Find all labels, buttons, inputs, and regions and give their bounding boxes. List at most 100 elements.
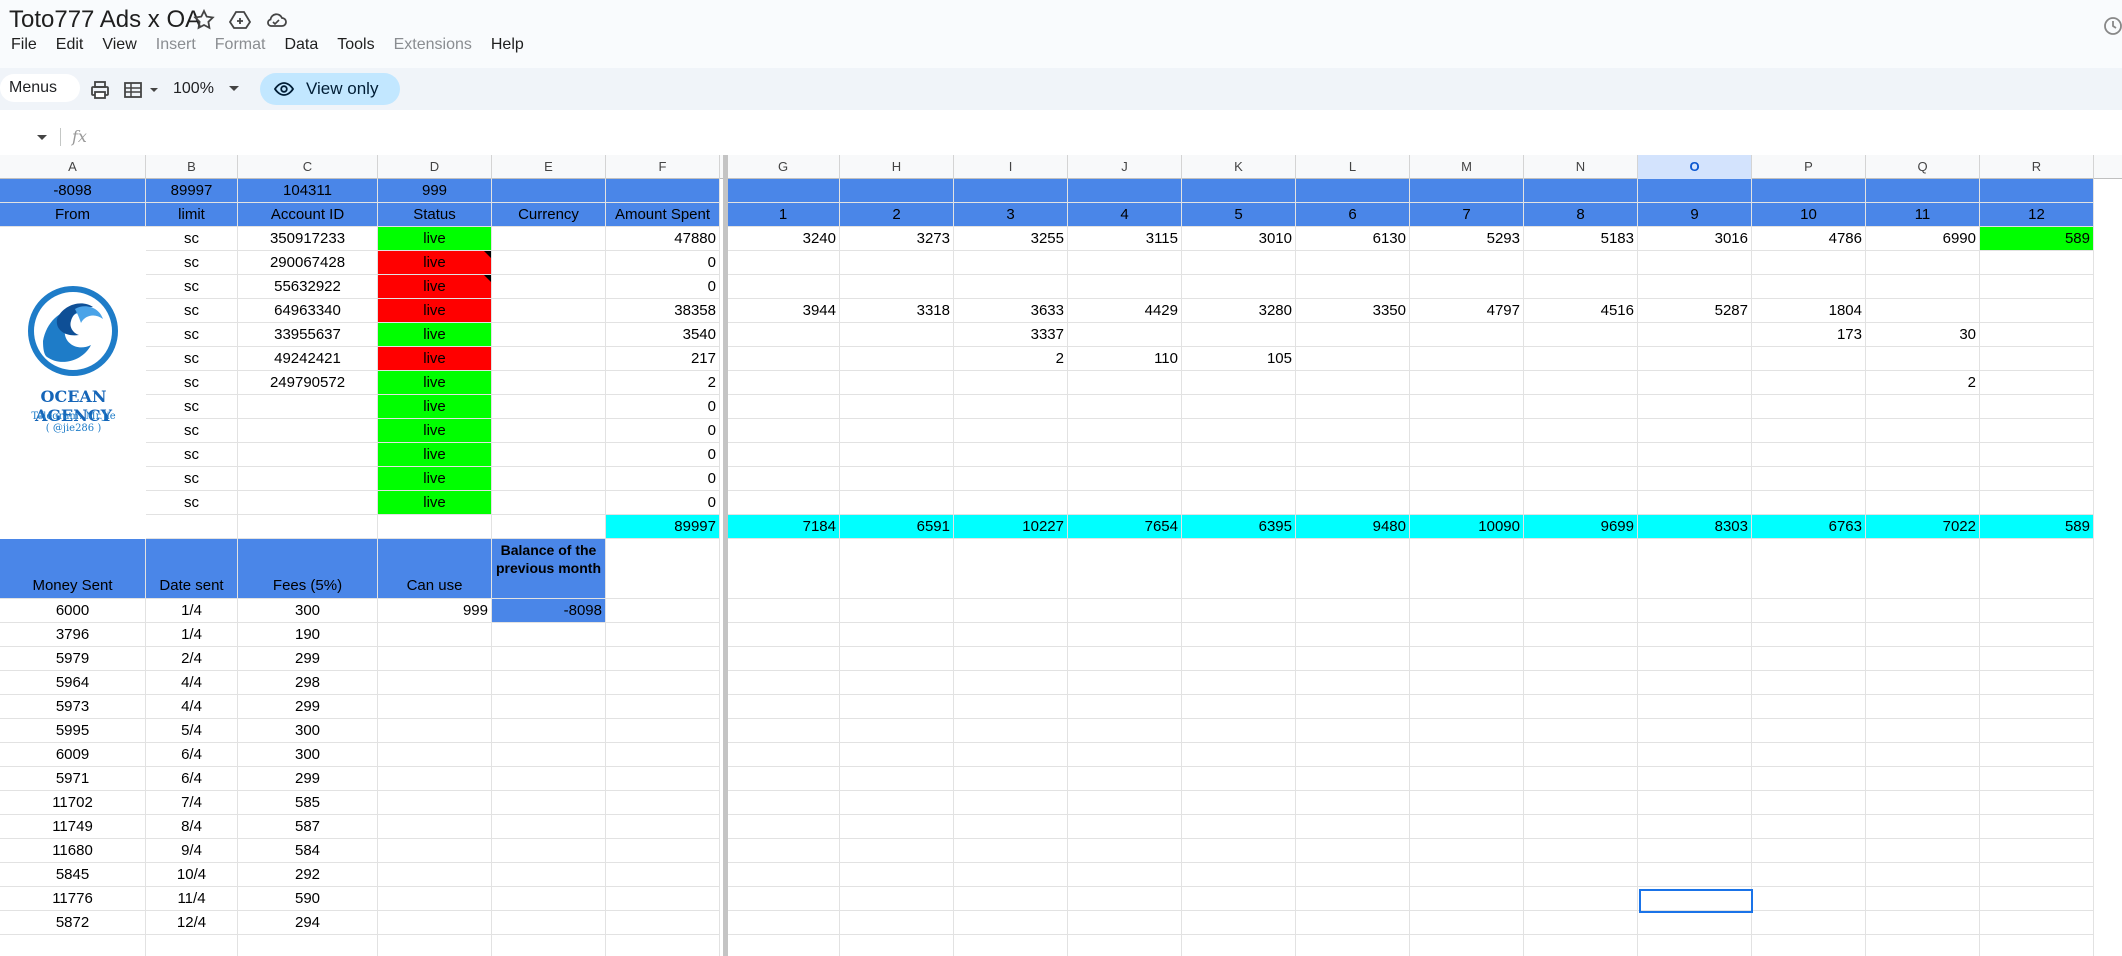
blank-cell[interactable] — [1410, 767, 1524, 791]
daily-spend-cell[interactable]: 5183 — [1524, 227, 1638, 251]
daily-total-cell[interactable]: 6591 — [840, 515, 954, 539]
blank-cell[interactable] — [1068, 623, 1182, 647]
blank-cell[interactable] — [840, 623, 954, 647]
blank-cell[interactable] — [146, 515, 238, 539]
currency-cell[interactable] — [492, 251, 606, 275]
daily-spend-cell[interactable]: 110 — [1068, 347, 1182, 371]
summary-cell-blank[interactable] — [1638, 179, 1752, 203]
blank-cell[interactable] — [1866, 719, 1980, 743]
summary-cell-c[interactable]: 104311 — [238, 179, 378, 203]
blank-cell[interactable] — [1752, 839, 1866, 863]
daily-spend-cell[interactable] — [1296, 347, 1410, 371]
blank-cell[interactable] — [1524, 599, 1638, 623]
limit-cell[interactable]: sc — [146, 251, 238, 275]
blank-cell[interactable] — [1524, 839, 1638, 863]
blank-cell[interactable] — [1866, 539, 1980, 599]
blank-cell[interactable] — [1524, 815, 1638, 839]
daily-spend-cell[interactable] — [1410, 275, 1524, 299]
money-sent-cell[interactable]: 3796 — [0, 623, 146, 647]
blank-cell[interactable] — [378, 911, 492, 935]
daily-spend-cell[interactable]: 2 — [1866, 371, 1980, 395]
blank-cell[interactable] — [727, 767, 840, 791]
blank-cell[interactable] — [954, 671, 1068, 695]
header-cell[interactable]: 8 — [1524, 203, 1638, 227]
daily-spend-cell[interactable]: 6130 — [1296, 227, 1410, 251]
blank-cell[interactable] — [492, 515, 606, 539]
daily-spend-cell[interactable]: 3350 — [1296, 299, 1410, 323]
blank-cell[interactable] — [727, 839, 840, 863]
amount-spent-cell[interactable]: 0 — [606, 419, 720, 443]
blank-cell[interactable] — [954, 719, 1068, 743]
blank-cell[interactable] — [1068, 863, 1182, 887]
status-cell[interactable]: live — [378, 275, 492, 299]
daily-spend-cell[interactable]: 3255 — [954, 227, 1068, 251]
blank-cell[interactable] — [606, 719, 720, 743]
limit-cell[interactable]: sc — [146, 395, 238, 419]
header-cell[interactable]: 3 — [954, 203, 1068, 227]
blank-cell[interactable] — [1182, 767, 1296, 791]
daily-spend-cell[interactable] — [1296, 395, 1410, 419]
money-sent-cell[interactable]: 6009 — [0, 743, 146, 767]
currency-cell[interactable] — [492, 395, 606, 419]
blank-cell[interactable] — [1638, 863, 1752, 887]
amount-spent-cell[interactable]: 3540 — [606, 323, 720, 347]
daily-spend-cell[interactable] — [1752, 491, 1866, 515]
menus-button[interactable]: Menus — [0, 74, 80, 102]
blank-cell[interactable] — [954, 599, 1068, 623]
daily-spend-cell[interactable] — [1980, 371, 2094, 395]
blank-cell[interactable] — [954, 839, 1068, 863]
star-icon[interactable] — [192, 8, 216, 32]
header-cell[interactable]: 6 — [1296, 203, 1410, 227]
daily-spend-cell[interactable] — [1866, 275, 1980, 299]
blank-cell[interactable] — [1410, 671, 1524, 695]
date-sent-cell[interactable]: 2/4 — [146, 647, 238, 671]
blank-cell[interactable] — [1524, 695, 1638, 719]
blank-cell[interactable] — [1296, 539, 1410, 599]
daily-spend-cell[interactable] — [1068, 251, 1182, 275]
blank-cell[interactable] — [606, 815, 720, 839]
blank-cell[interactable] — [840, 539, 954, 599]
blank-cell[interactable] — [606, 647, 720, 671]
daily-spend-cell[interactable] — [1410, 419, 1524, 443]
summary-cell-blank[interactable] — [1752, 179, 1866, 203]
summary-cell-blank[interactable] — [606, 179, 720, 203]
blank-cell[interactable] — [1638, 791, 1752, 815]
blank-cell[interactable] — [606, 695, 720, 719]
blank-cell[interactable] — [606, 623, 720, 647]
fee-cell[interactable]: 292 — [238, 863, 378, 887]
daily-spend-cell[interactable] — [1410, 395, 1524, 419]
daily-spend-cell[interactable] — [727, 251, 840, 275]
summary-cell-blank[interactable] — [1296, 179, 1410, 203]
blank-cell[interactable] — [1296, 767, 1410, 791]
blank-cell[interactable] — [954, 539, 1068, 599]
summary-cell-blank[interactable] — [1980, 179, 2094, 203]
blank-cell[interactable] — [1410, 539, 1524, 599]
blank-cell[interactable] — [492, 671, 606, 695]
blank-cell[interactable] — [378, 815, 492, 839]
blank-cell[interactable] — [492, 887, 606, 911]
daily-spend-cell[interactable] — [1638, 347, 1752, 371]
currency-cell[interactable] — [492, 227, 606, 251]
column-header-q[interactable]: Q — [1866, 155, 1980, 179]
blank-cell[interactable] — [840, 671, 954, 695]
daily-spend-cell[interactable] — [1296, 419, 1410, 443]
blank-cell[interactable] — [492, 719, 606, 743]
blank-cell[interactable] — [606, 599, 720, 623]
header-cell[interactable]: 5 — [1182, 203, 1296, 227]
daily-spend-cell[interactable] — [1980, 251, 2094, 275]
blank-cell[interactable] — [1296, 743, 1410, 767]
blank-cell[interactable] — [1980, 911, 2094, 935]
blank-cell[interactable] — [1752, 539, 1866, 599]
blank-cell[interactable] — [492, 911, 606, 935]
blank-cell[interactable] — [1068, 695, 1182, 719]
daily-spend-cell[interactable]: 4516 — [1524, 299, 1638, 323]
blank-cell[interactable] — [1296, 911, 1410, 935]
blank-cell[interactable] — [1410, 815, 1524, 839]
daily-spend-cell[interactable] — [1182, 371, 1296, 395]
blank-cell[interactable] — [1638, 647, 1752, 671]
daily-spend-cell[interactable] — [1182, 275, 1296, 299]
daily-spend-cell[interactable] — [1524, 275, 1638, 299]
blank-cell[interactable] — [1638, 935, 1752, 956]
blank-cell[interactable] — [1182, 695, 1296, 719]
blank-cell[interactable] — [1182, 623, 1296, 647]
